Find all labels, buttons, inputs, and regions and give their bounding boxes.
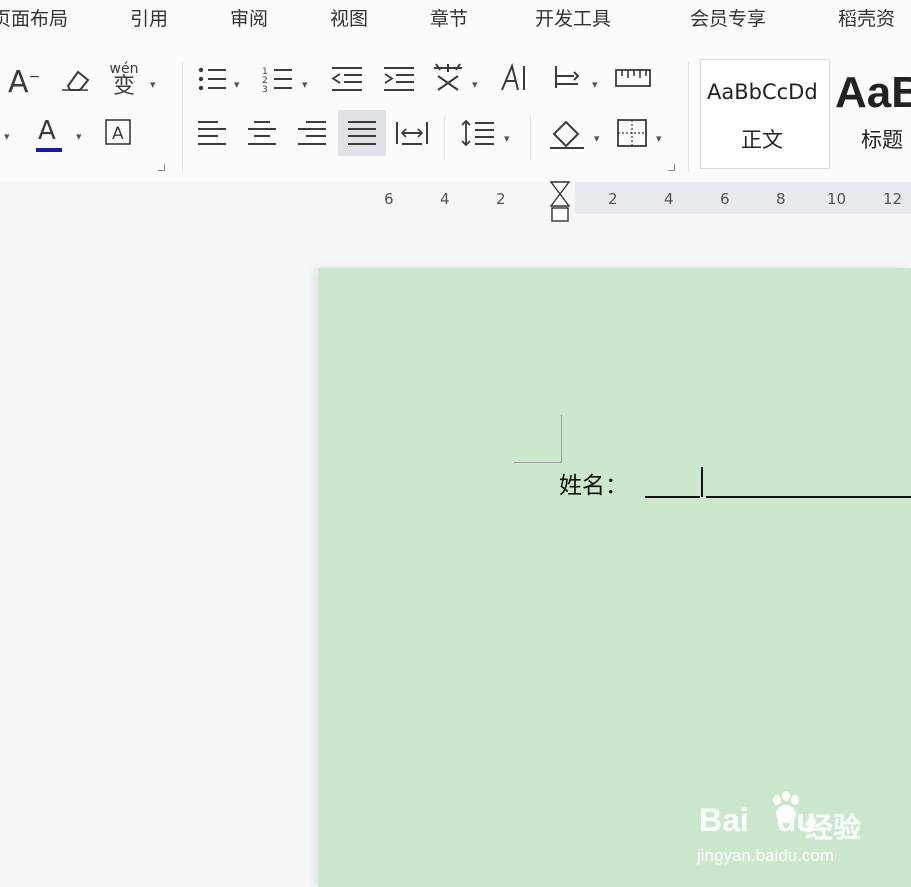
borders-dropdown-icon[interactable]: ▾ bbox=[656, 132, 662, 145]
bullet-list-icon[interactable] bbox=[196, 64, 230, 101]
character-border-icon[interactable]: A bbox=[104, 118, 132, 153]
style-body-text[interactable]: AaBbCcDd 正文 bbox=[700, 59, 830, 169]
horizontal-ruler[interactable]: 6 4 2 2 4 6 8 10 12 bbox=[0, 181, 911, 222]
font-color-bar bbox=[36, 148, 62, 152]
watermark-url: jingyan.baidu.com bbox=[697, 846, 835, 865]
style-body-sample: AaBbCcDd bbox=[707, 80, 818, 104]
menu-page-layout[interactable]: 页面布局 bbox=[0, 4, 68, 31]
line-spacing-icon[interactable] bbox=[460, 118, 496, 155]
ruler-number: 12 bbox=[883, 190, 903, 208]
font-color-dropdown-icon[interactable]: ▾ bbox=[76, 130, 82, 143]
style-body-name: 正文 bbox=[741, 128, 783, 152]
group-separator bbox=[182, 62, 183, 172]
style-heading-name: 标题 bbox=[861, 128, 903, 152]
ruler-text-area bbox=[575, 182, 911, 214]
name-field-label: 姓名： bbox=[559, 473, 628, 499]
font-color-icon[interactable]: A bbox=[36, 116, 62, 152]
name-underline-right[interactable] bbox=[706, 496, 911, 498]
phonetic-guide-icon[interactable]: wén 变 bbox=[108, 62, 140, 98]
grow-font-icon[interactable]: A− bbox=[8, 62, 40, 98]
font-size-dropdown-icon[interactable]: ▾ bbox=[4, 130, 10, 143]
phonetic-dropdown-icon[interactable]: ▾ bbox=[150, 78, 156, 91]
align-right-icon[interactable] bbox=[296, 118, 328, 155]
text-direction-icon[interactable] bbox=[498, 62, 532, 101]
name-underline-left bbox=[645, 496, 700, 498]
paragraph-dialog-launcher-icon[interactable] bbox=[668, 164, 675, 171]
ruler-number: 6 bbox=[384, 190, 394, 208]
align-left-icon[interactable] bbox=[196, 118, 228, 155]
watermark-cn: 经验 bbox=[805, 811, 862, 844]
chinese-layout-dropdown-icon[interactable]: ▾ bbox=[472, 78, 478, 91]
watermark-logo-bai: Bai bbox=[699, 802, 749, 838]
menu-bar: 页面布局 引用 审阅 视图 章节 开发工具 会员专享 稻壳资 bbox=[0, 0, 911, 36]
line-spacing-dropdown-icon[interactable]: ▾ bbox=[504, 132, 510, 145]
align-center-icon[interactable] bbox=[246, 118, 278, 155]
font-dialog-launcher-icon[interactable] bbox=[158, 164, 165, 171]
chinese-layout-icon[interactable] bbox=[430, 62, 466, 101]
menu-developer-tools[interactable]: 开发工具 bbox=[535, 4, 611, 31]
bullet-dropdown-icon[interactable]: ▾ bbox=[234, 78, 240, 91]
eraser-icon[interactable] bbox=[58, 64, 92, 101]
menu-member-exclusive[interactable]: 会员专享 bbox=[690, 4, 766, 31]
ruler-number: 4 bbox=[664, 190, 674, 208]
ruler-number: 2 bbox=[608, 190, 618, 208]
grow-font-letter: A bbox=[8, 65, 29, 100]
ribbon-toolbar: A− wén 变 ▾ ▾ A ▾ A ▾ 123 ▾ ▾ ▾ ▾ ▾ ▾ AaB… bbox=[0, 36, 911, 183]
numbered-list-icon[interactable]: 123 bbox=[262, 64, 296, 101]
baidu-jingyan-watermark: Bai du 经验 jingyan.baidu.com bbox=[695, 790, 885, 870]
group-separator bbox=[688, 62, 689, 172]
ruler-number: 4 bbox=[440, 190, 450, 208]
ruler-number: 10 bbox=[827, 190, 847, 208]
borders-icon[interactable] bbox=[616, 118, 648, 155]
style-heading-sample: AaB bbox=[835, 68, 911, 117]
menu-docer[interactable]: 稻壳资 bbox=[838, 4, 895, 31]
ruler-number: 2 bbox=[496, 190, 506, 208]
ruler-number: 6 bbox=[720, 190, 730, 208]
inner-separator bbox=[530, 116, 531, 160]
line-break-icon[interactable] bbox=[550, 62, 584, 101]
phonetic-char: 变 bbox=[112, 74, 135, 99]
svg-text:A: A bbox=[112, 124, 124, 144]
text-cursor bbox=[701, 467, 703, 497]
margin-corner-mark bbox=[514, 462, 562, 463]
inner-separator bbox=[444, 116, 445, 160]
numbering-dropdown-icon[interactable]: ▾ bbox=[302, 78, 308, 91]
increase-indent-icon[interactable] bbox=[382, 64, 416, 101]
ruler-toggle-icon[interactable] bbox=[614, 64, 652, 101]
menu-view[interactable]: 视图 bbox=[330, 4, 368, 31]
font-color-letter: A bbox=[38, 116, 56, 146]
menu-review[interactable]: 审阅 bbox=[230, 4, 268, 31]
justify-icon[interactable] bbox=[338, 110, 386, 156]
ruler-number: 8 bbox=[776, 190, 786, 208]
shading-icon[interactable] bbox=[548, 116, 586, 157]
shading-dropdown-icon[interactable]: ▾ bbox=[594, 132, 600, 145]
paw-icon bbox=[773, 791, 799, 823]
style-heading[interactable]: AaB 标题 bbox=[832, 59, 911, 169]
menu-section[interactable]: 章节 bbox=[430, 4, 468, 31]
svg-text:3: 3 bbox=[262, 85, 268, 94]
distributed-align-icon[interactable] bbox=[394, 118, 430, 155]
margin-corner-mark bbox=[561, 415, 562, 463]
menu-references[interactable]: 引用 bbox=[130, 4, 168, 31]
decrease-indent-icon[interactable] bbox=[330, 64, 364, 101]
line-break-dropdown-icon[interactable]: ▾ bbox=[592, 78, 598, 91]
indent-marker-icon[interactable] bbox=[549, 180, 571, 228]
